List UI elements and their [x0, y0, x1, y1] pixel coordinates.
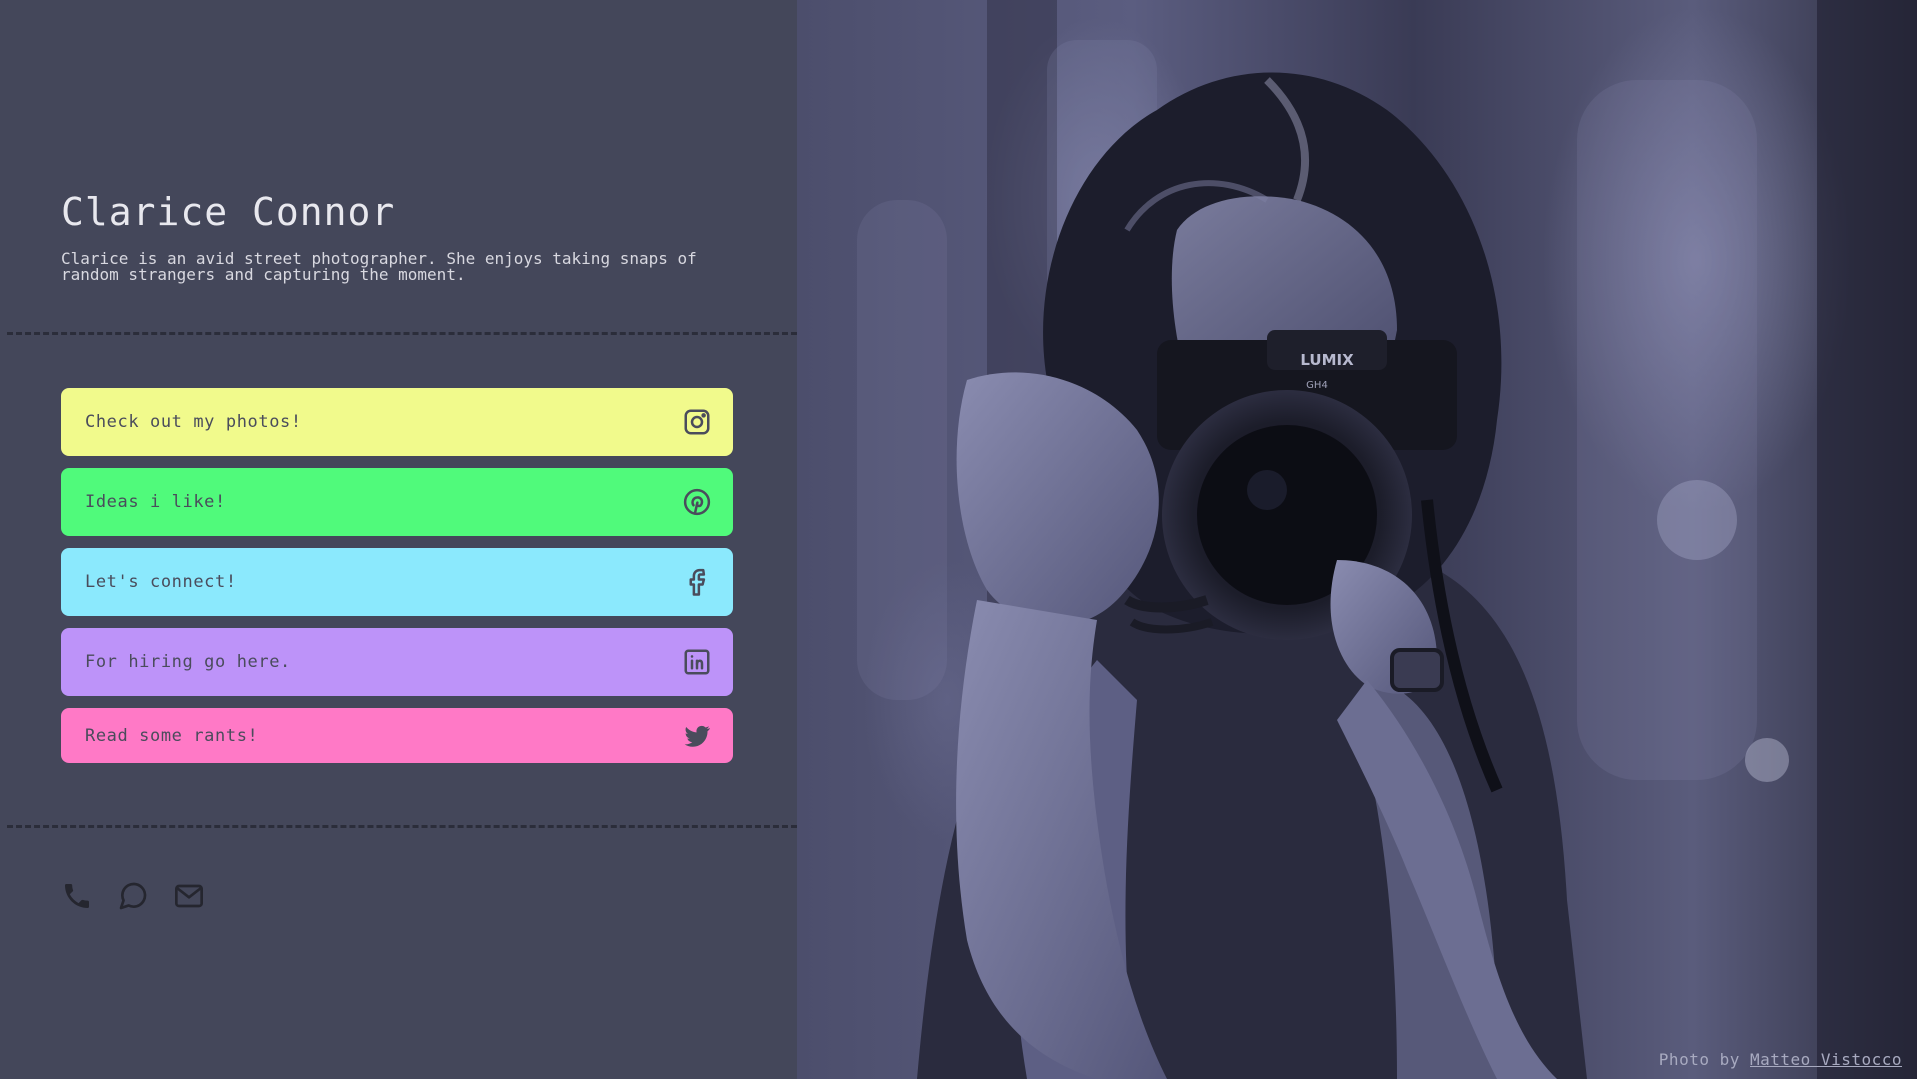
camera-brand-text: LUMIX: [1300, 351, 1354, 369]
top-divider: [7, 332, 797, 335]
linkedin-icon: [681, 646, 713, 678]
instagram-icon: [681, 406, 713, 438]
link-label: Check out my photos!: [85, 412, 302, 432]
profile-name: Clarice Connor: [61, 190, 396, 234]
hero-photo: LUMIX GH4 Photo by Matteo Vistocco: [797, 0, 1917, 1079]
phone-icon[interactable]: [61, 880, 93, 912]
twitter-icon: [681, 720, 713, 752]
link-label: Read some rants!: [85, 725, 259, 746]
profile-panel: Clarice Connor Clarice is an avid street…: [0, 0, 797, 1079]
link-hiring-button[interactable]: For hiring go here.: [61, 628, 733, 696]
photo-credit-author-link[interactable]: Matteo Vistocco: [1750, 1050, 1902, 1069]
link-connect-button[interactable]: Let's connect!: [61, 548, 733, 616]
link-photos-button[interactable]: Check out my photos!: [61, 388, 733, 456]
photo-credit-prefix: Photo by: [1658, 1050, 1740, 1069]
photographer-image: LUMIX GH4: [857, 0, 1917, 1079]
photo-credit: Photo by Matteo Vistocco: [1659, 1050, 1902, 1069]
facebook-icon: [681, 566, 713, 598]
link-label: For hiring go here.: [85, 652, 291, 672]
camera-model-text: GH4: [1306, 380, 1328, 391]
link-ideas-button[interactable]: Ideas i like!: [61, 468, 733, 536]
bottom-divider: [7, 825, 797, 828]
chat-bubble-icon[interactable]: [117, 880, 149, 912]
mail-icon[interactable]: [173, 880, 205, 912]
pinterest-icon: [681, 486, 713, 518]
contact-icons: [61, 880, 205, 912]
link-label: Ideas i like!: [85, 492, 226, 512]
profile-bio: Clarice is an avid street photographer. …: [61, 249, 697, 284]
link-label: Let's connect!: [85, 572, 237, 592]
link-rants-button[interactable]: Read some rants!: [61, 708, 733, 763]
